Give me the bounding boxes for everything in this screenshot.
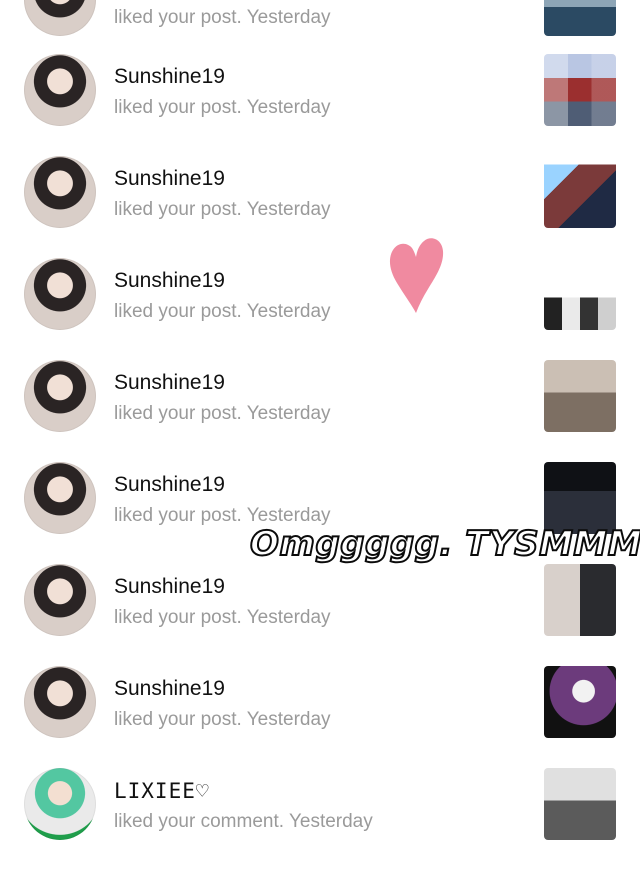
post-thumbnail[interactable] bbox=[544, 666, 616, 738]
notification-row[interactable]: Sunshine19 liked your post. Yesterday bbox=[0, 666, 640, 768]
notification-message: liked your post. Yesterday bbox=[114, 97, 331, 118]
heart-shape bbox=[389, 238, 444, 313]
username[interactable]: Sunshine19 bbox=[114, 575, 225, 599]
username[interactable]: Sunshine19 bbox=[114, 473, 225, 497]
avatar[interactable] bbox=[24, 666, 96, 738]
avatar[interactable] bbox=[24, 258, 96, 330]
post-thumbnail[interactable] bbox=[544, 360, 616, 432]
post-thumbnail[interactable] bbox=[544, 564, 616, 636]
username[interactable]: Sunshine19 bbox=[114, 677, 225, 701]
notification-row[interactable]: Sunshine19 liked your post. Yesterday bbox=[0, 54, 640, 156]
avatar[interactable] bbox=[24, 54, 96, 126]
notification-row[interactable]: Sunshine19 liked your post. Yesterday bbox=[0, 360, 640, 462]
avatar[interactable] bbox=[24, 156, 96, 228]
notification-message: liked your comment. Yesterday bbox=[114, 811, 373, 832]
notification-message: liked your post. Yesterday bbox=[114, 7, 331, 28]
username[interactable]: Sunshine19 bbox=[114, 65, 225, 89]
avatar[interactable] bbox=[24, 360, 96, 432]
post-thumbnail[interactable] bbox=[544, 156, 616, 228]
overlay-caption: Omggggg. TYSMMM! bbox=[249, 523, 640, 565]
post-thumbnail[interactable] bbox=[544, 0, 616, 36]
heart-icon bbox=[389, 238, 444, 313]
avatar[interactable] bbox=[24, 462, 96, 534]
post-thumbnail[interactable] bbox=[544, 768, 616, 840]
notification-message: liked your post. Yesterday bbox=[114, 301, 331, 322]
notification-message: liked your post. Yesterday bbox=[114, 199, 331, 220]
username[interactable]: Sunshine19 bbox=[114, 167, 225, 191]
notification-row[interactable]: Sunshine19 liked your post. Yesterday bbox=[0, 258, 640, 360]
notification-message: liked your post. Yesterday bbox=[114, 607, 331, 628]
notification-message: liked your post. Yesterday bbox=[114, 403, 331, 424]
avatar[interactable] bbox=[24, 564, 96, 636]
username[interactable]: Sunshine19 bbox=[114, 371, 225, 395]
notification-message: liked your post. Yesterday bbox=[114, 709, 331, 730]
post-thumbnail[interactable] bbox=[544, 54, 616, 126]
username[interactable]: Sunshine19 bbox=[114, 269, 225, 293]
avatar[interactable] bbox=[24, 768, 96, 840]
notification-row[interactable]: Sunshine19 liked your post. Yesterday bbox=[0, 156, 640, 258]
notification-row[interactable]: Sunshine19 liked your post. Yesterday bbox=[0, 564, 640, 666]
username[interactable]: LIXIEE♡ bbox=[114, 779, 210, 803]
post-thumbnail[interactable] bbox=[544, 258, 616, 330]
avatar[interactable] bbox=[24, 0, 96, 36]
